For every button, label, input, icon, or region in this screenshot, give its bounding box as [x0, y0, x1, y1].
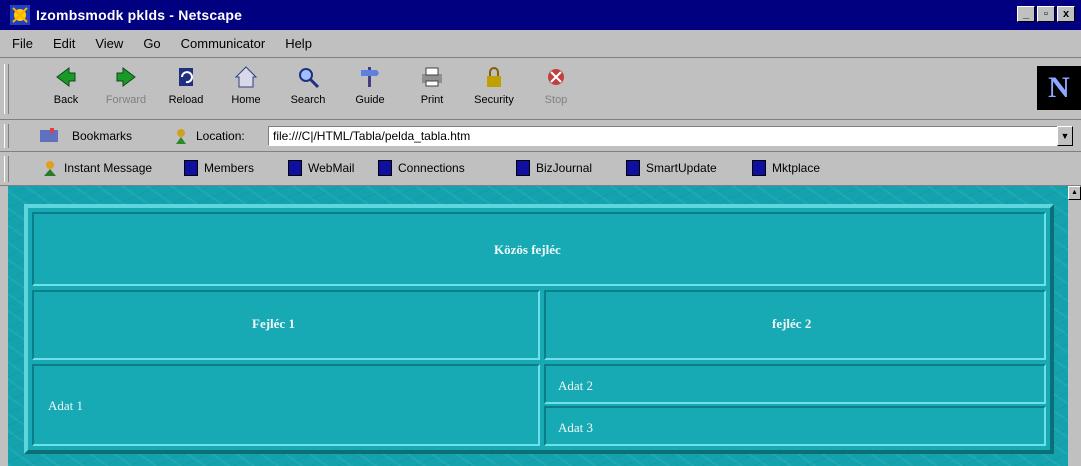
- search-icon: [299, 68, 320, 89]
- column-header-2-cell: fejléc 2: [544, 290, 1046, 360]
- stop-button[interactable]: Stop: [528, 64, 584, 106]
- members-icon: [184, 160, 198, 176]
- forward-arrow-icon: [116, 67, 136, 87]
- home-button[interactable]: Home: [218, 64, 274, 106]
- right-cell-value-2: Adat 3: [558, 420, 594, 435]
- home-icon: [234, 66, 258, 88]
- table-cell-left: Adat 1: [32, 364, 540, 446]
- window-title: Izombsmodk pklds - Netscape: [36, 7, 243, 23]
- location-grip[interactable]: [4, 124, 9, 148]
- forward-button[interactable]: Forward: [98, 64, 154, 106]
- url-dropdown-button[interactable]: ▼: [1057, 126, 1073, 146]
- table-main-header: Közös fejléc: [494, 242, 561, 257]
- connections-icon: [378, 160, 392, 176]
- mktplace-icon: [752, 160, 766, 176]
- netscape-logo[interactable]: N: [1037, 66, 1081, 110]
- stop-icon: [548, 69, 564, 85]
- mktplace-link[interactable]: Mktplace: [752, 160, 820, 176]
- table-header-cell: Közös fejléc: [32, 212, 1046, 286]
- location-label: Location:: [196, 129, 245, 143]
- title-bar: Izombsmodk pklds - Netscape _ ▫ x: [0, 0, 1081, 30]
- data-table: Közös fejléc Fejléc 1 fejléc 2 Adat 1 Ad…: [24, 204, 1054, 454]
- instant-message-icon: [44, 161, 56, 176]
- reload-icon: [179, 68, 193, 86]
- print-icon: [422, 67, 442, 87]
- smartupdate-link[interactable]: SmartUpdate: [626, 160, 717, 176]
- smartupdate-icon: [626, 160, 640, 176]
- search-button[interactable]: Search: [280, 64, 336, 106]
- url-field[interactable]: file:///C|/HTML/Tabla/pelda_tabla.htm: [268, 126, 1058, 146]
- vertical-scrollbar[interactable]: ▲: [1068, 186, 1081, 466]
- column-header-2: fejléc 2: [772, 316, 812, 331]
- back-button[interactable]: Back: [38, 64, 94, 106]
- bizjournal-icon: [516, 160, 530, 176]
- connections-link[interactable]: Connections: [378, 160, 465, 176]
- bookmarks-icon[interactable]: [38, 126, 64, 146]
- personal-toolbar: Instant Message Members WebMail Connecti…: [0, 152, 1081, 186]
- webmail-icon: [288, 160, 302, 176]
- right-cell-value-1: Adat 2: [558, 378, 594, 393]
- left-cell-value: Adat 1: [48, 398, 84, 413]
- scroll-up-arrow-icon[interactable]: ▲: [1068, 186, 1081, 200]
- window-controls: _ ▫ x: [1017, 6, 1075, 22]
- close-button[interactable]: x: [1057, 6, 1075, 22]
- menu-edit[interactable]: Edit: [53, 36, 75, 51]
- menu-communicator[interactable]: Communicator: [181, 36, 266, 51]
- guide-icon: [361, 67, 379, 87]
- navigation-toolbar: Back Forward Reload Home Search Guide Pr…: [0, 58, 1081, 120]
- menu-file[interactable]: File: [12, 36, 33, 51]
- guide-button[interactable]: Guide: [342, 64, 398, 106]
- column-header-1: Fejléc 1: [252, 316, 295, 331]
- netscape-app-icon: [10, 5, 30, 25]
- column-header-1-cell: Fejléc 1: [32, 290, 540, 360]
- minimize-button[interactable]: _: [1017, 6, 1035, 22]
- page-proxy-icon[interactable]: [172, 127, 190, 145]
- security-button[interactable]: Security: [466, 64, 522, 106]
- page-content: Közös fejléc Fejléc 1 fejléc 2 Adat 1 Ad…: [8, 186, 1068, 466]
- bookmarks-label[interactable]: Bookmarks: [72, 129, 132, 143]
- members-link[interactable]: Members: [184, 160, 254, 176]
- menu-go[interactable]: Go: [143, 36, 160, 51]
- reload-button[interactable]: Reload: [158, 64, 214, 106]
- bizjournal-link[interactable]: BizJournal: [516, 160, 592, 176]
- table-cell-right-1: Adat 2: [544, 364, 1046, 404]
- toolbar-grip[interactable]: [4, 64, 9, 114]
- location-toolbar: Bookmarks Location: file:///C|/HTML/Tabl…: [0, 120, 1081, 152]
- menu-bar: File Edit View Go Communicator Help: [0, 30, 1081, 58]
- menu-view[interactable]: View: [95, 36, 123, 51]
- security-icon: [487, 67, 501, 87]
- webmail-link[interactable]: WebMail: [288, 160, 354, 176]
- back-arrow-icon: [56, 67, 76, 87]
- table-cell-right-2: Adat 3: [544, 406, 1046, 446]
- personal-grip[interactable]: [4, 156, 9, 182]
- print-button[interactable]: Print: [404, 64, 460, 106]
- menu-help[interactable]: Help: [285, 36, 312, 51]
- instant-message-link[interactable]: Instant Message: [42, 160, 152, 176]
- maximize-button[interactable]: ▫: [1037, 6, 1055, 22]
